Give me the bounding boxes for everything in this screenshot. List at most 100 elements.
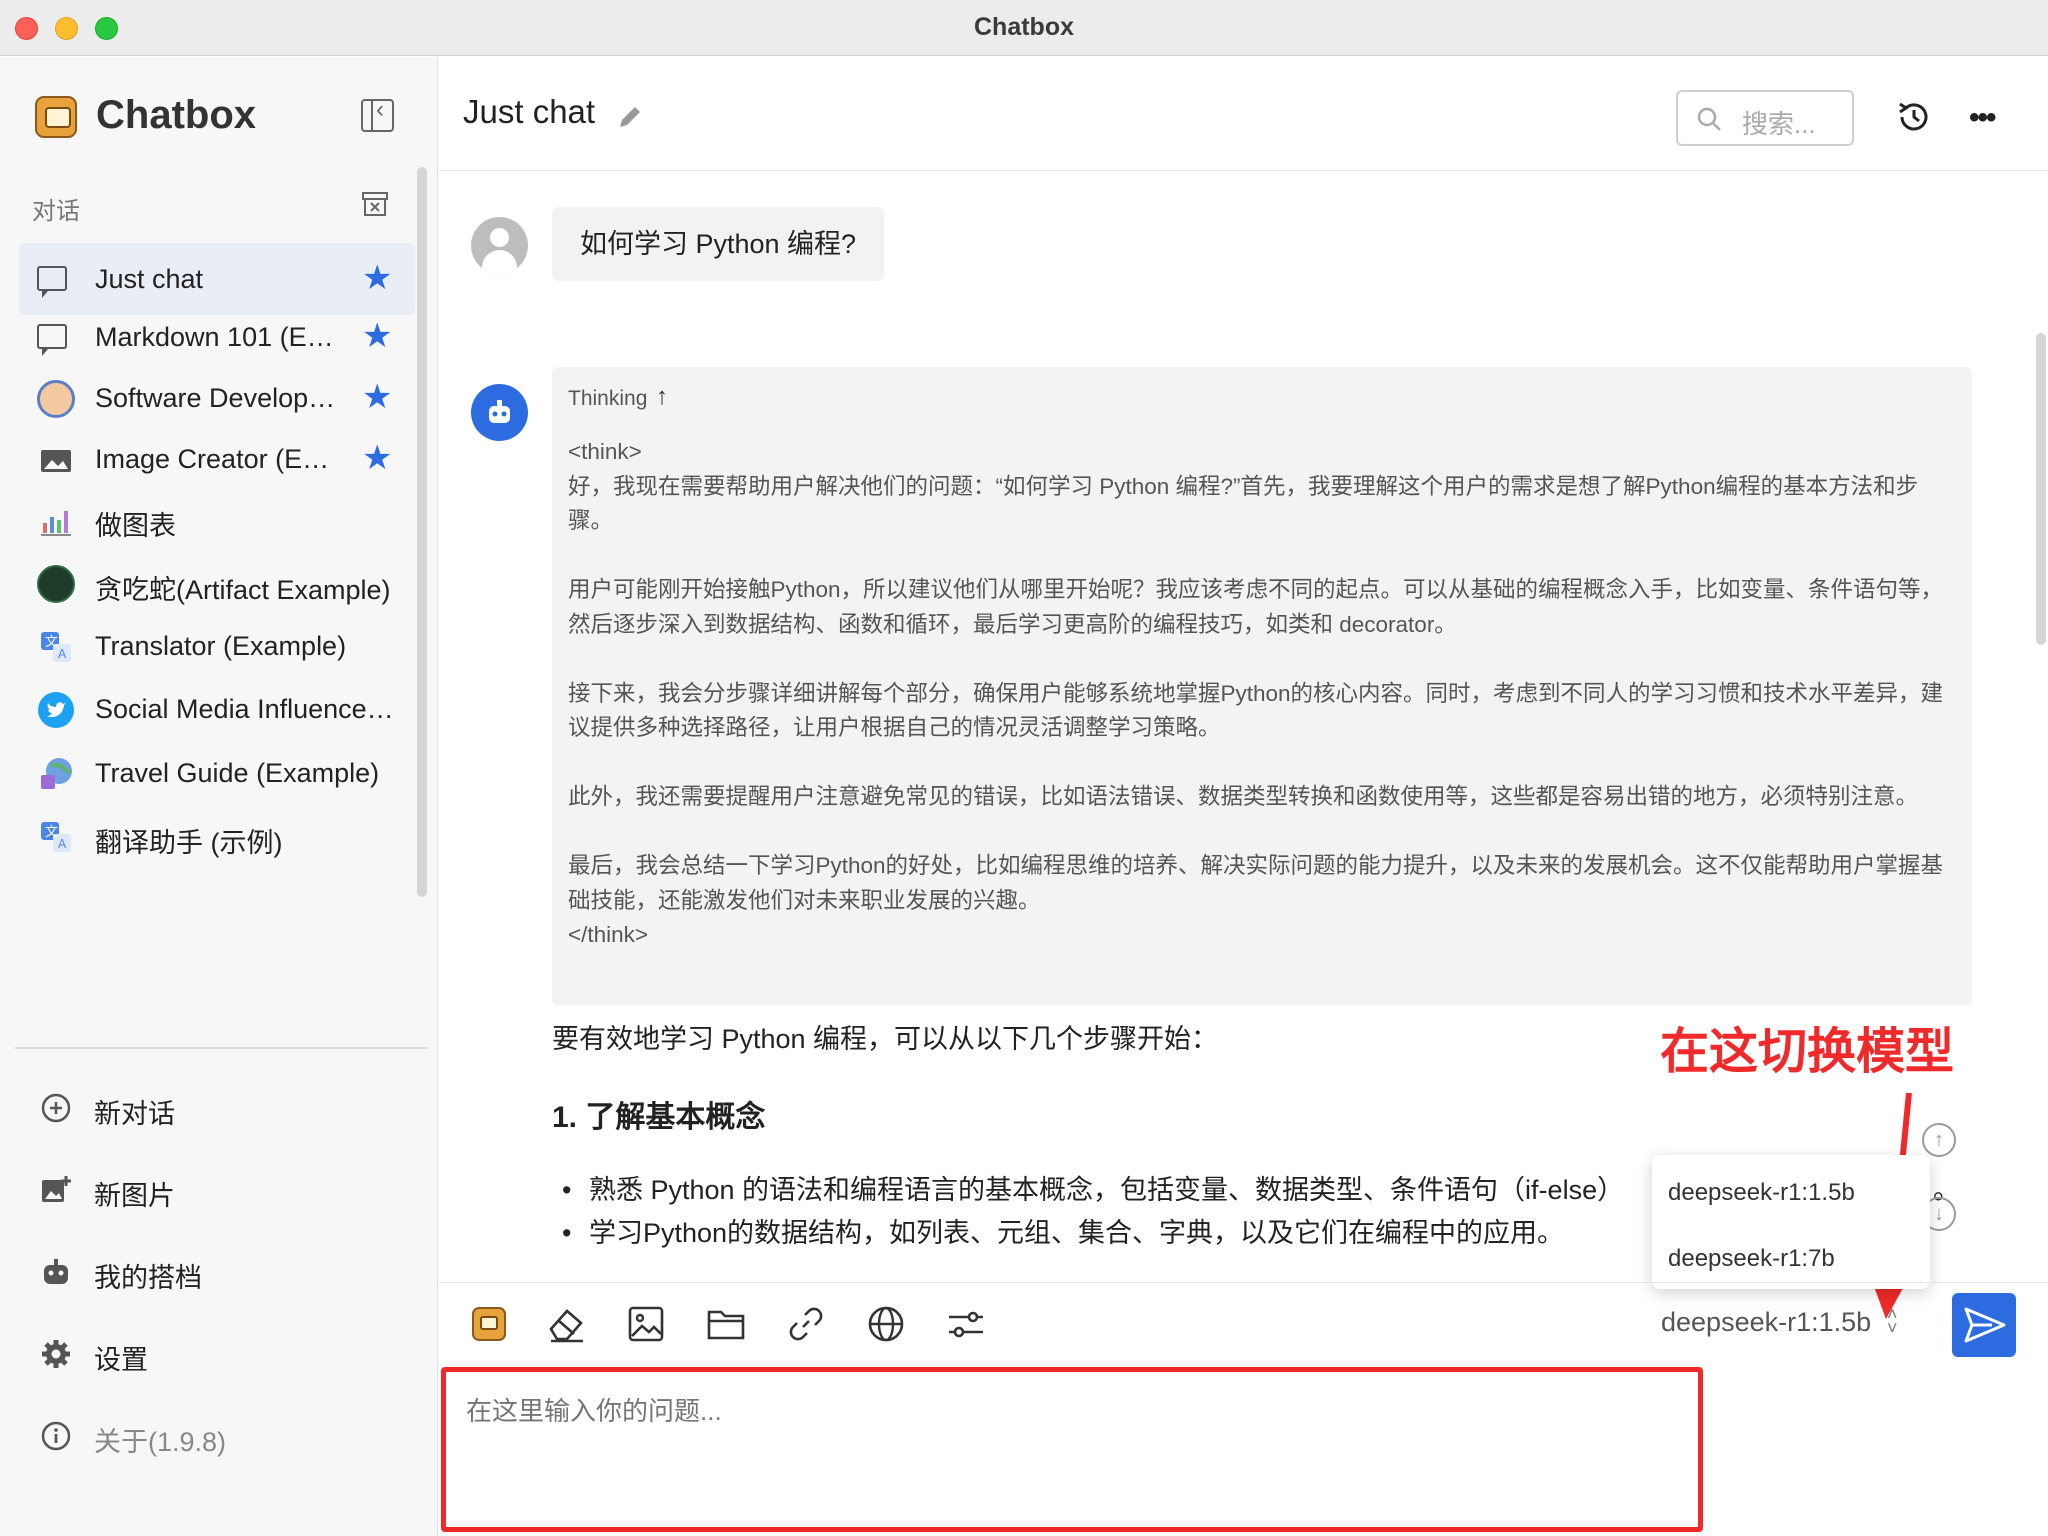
robot-icon (489, 400, 510, 423)
session-item-social-media[interactable]: Social Media Influence… (19, 673, 415, 745)
svg-text:文: 文 (45, 825, 58, 840)
settings-sliders-icon[interactable] (945, 1303, 987, 1345)
send-icon (1964, 1307, 2006, 1343)
new-image-button[interactable]: 新图片 (30, 1160, 410, 1220)
section-label-conversations: 对话 (32, 198, 80, 225)
twitter-icon (38, 692, 74, 728)
session-label: Markdown 101 (E… (95, 322, 334, 352)
thinking-block: Thinking ↑ <think> 好，我现在需要帮助用户解决他们的问题：“如… (552, 367, 1972, 1005)
model-option[interactable]: deepseek-r1:7b (1652, 1231, 1930, 1287)
menu-label: 关于(1.9.8) (94, 1427, 227, 1457)
brand-name: Chatbox (96, 93, 256, 137)
session-item-travel-guide[interactable]: Travel Guide (Example) (19, 737, 415, 809)
session-label: Software Develop… (95, 383, 336, 413)
star-icon[interactable]: ★ (362, 319, 392, 353)
chat-header: Just chat 搜索... ••• (439, 57, 2048, 171)
thinking-paragraph: <think> 好，我现在需要帮助用户解决他们的问题：“如何学习 Python … (568, 439, 1919, 533)
translate-icon: 文 A (41, 632, 71, 662)
scroll-to-top-button[interactable]: ↑ (1922, 1123, 1956, 1157)
answer-heading: 1. 了解基本概念 (552, 1101, 766, 1134)
session-label: Translator (Example) (95, 631, 347, 661)
star-icon[interactable]: ★ (362, 441, 392, 475)
star-icon[interactable]: ★ (362, 261, 392, 295)
session-label: Just chat (95, 264, 204, 294)
chat-bubble-icon (37, 261, 75, 299)
image-icon (41, 450, 71, 472)
window-titlebar: Chatbox (0, 0, 2048, 56)
search-icon (1697, 107, 1721, 131)
session-label: Image Creator (E… (95, 444, 330, 474)
chat-panel: Just chat 搜索... ••• 如何学习 Python 编程? Thin… (439, 57, 2048, 1536)
about-button[interactable]: 关于(1.9.8) (30, 1406, 410, 1466)
clear-conversations-icon[interactable] (361, 191, 389, 217)
session-item-translate-assistant[interactable]: 文 A 翻译助手 (示例) (19, 800, 415, 872)
assistant-avatar-icon[interactable] (469, 1303, 511, 1345)
model-option[interactable]: deepseek-r1:1.5b (1652, 1165, 1930, 1221)
developer-avatar-icon (37, 380, 75, 418)
thinking-paragraph: 接下来，我会分步骤详细讲解每个部分，确保用户能够系统地掌握Python的核心内容… (568, 680, 1944, 741)
edit-title-icon[interactable] (615, 102, 645, 132)
svg-text:A: A (58, 647, 67, 661)
my-partners-button[interactable]: 我的搭档 (30, 1242, 410, 1302)
toolbar-divider (439, 1282, 2048, 1283)
message-input-highlight (441, 1367, 1703, 1532)
sidebar-scrollbar[interactable] (417, 167, 427, 897)
collapse-thinking-icon[interactable]: ↑ (656, 383, 668, 411)
chat-scrollbar[interactable] (2036, 333, 2046, 645)
thinking-content: <think> 好，我现在需要帮助用户解决他们的问题：“如何学习 Python … (568, 435, 1963, 953)
web-search-globe-icon[interactable] (865, 1303, 907, 1345)
session-item-snake[interactable]: 贪吃蛇(Artifact Example) (19, 547, 415, 619)
robot-icon (44, 1259, 68, 1284)
model-dropdown-menu: deepseek-r1:1.5b deepseek-r1:7b (1652, 1155, 1930, 1289)
message-input[interactable] (466, 1396, 1666, 1427)
collapse-sidebar-icon[interactable] (361, 96, 394, 132)
session-label: Travel Guide (Example) (95, 758, 380, 788)
history-icon[interactable] (1895, 98, 1933, 136)
plus-circle-icon (41, 1093, 71, 1123)
snake-game-icon (37, 565, 75, 603)
menu-label: 新对话 (94, 1099, 175, 1129)
chat-title: Just chat (463, 93, 596, 130)
session-item-chart[interactable]: 做图表 (19, 483, 415, 555)
send-button[interactable] (1952, 1293, 2016, 1357)
session-label: 贪吃蛇(Artifact Example) (95, 575, 391, 605)
folder-icon[interactable] (705, 1303, 747, 1345)
chart-icon (41, 511, 71, 536)
search-input[interactable]: 搜索... (1676, 90, 1854, 146)
session-item-translator[interactable]: 文 A Translator (Example) (19, 610, 415, 682)
gear-icon (42, 1340, 70, 1368)
eraser-icon[interactable] (545, 1303, 587, 1345)
menu-label: 设置 (94, 1345, 148, 1375)
star-icon[interactable]: ★ (362, 380, 392, 414)
annotation-label: 在这切换模型 (1660, 1025, 1955, 1079)
input-area (439, 1357, 2048, 1536)
translate-icon: 文 A (41, 822, 71, 852)
image-upload-icon[interactable] (625, 1303, 667, 1345)
answer-intro: 要有效地学习 Python 编程，可以从以下几个步骤开始： (552, 1024, 1219, 1054)
thinking-label: Thinking (568, 387, 648, 410)
session-label: 翻译助手 (示例) (95, 828, 283, 858)
new-chat-button[interactable]: 新对话 (30, 1078, 410, 1138)
user-message: 如何学习 Python 编程? (552, 207, 885, 281)
model-selector[interactable]: deepseek-r1:1.5b (1661, 1307, 1871, 1338)
link-icon[interactable] (785, 1303, 827, 1345)
menu-label: 新图片 (94, 1181, 175, 1211)
user-avatar (471, 217, 528, 274)
add-image-icon (42, 1176, 71, 1202)
settings-button[interactable]: 设置 (30, 1324, 410, 1384)
globe-travel-icon (41, 758, 72, 789)
thinking-paragraph: 用户可能刚开始接触Python，所以建议他们从哪里开始呢？我应该考虑不同的起点。… (568, 577, 1944, 637)
chevron-up-down-icon[interactable]: ˄ ˅ (1887, 1305, 1898, 1337)
session-label: 做图表 (95, 511, 176, 541)
info-icon (41, 1421, 71, 1451)
chatbox-logo-icon (35, 96, 77, 138)
search-placeholder: 搜索... (1742, 109, 1816, 139)
sidebar-divider (15, 1047, 428, 1049)
session-label: Social Media Influence… (95, 694, 394, 724)
bot-avatar (471, 384, 528, 441)
sidebar: Chatbox 对话 Just chat ★ Markdown 101 (E… … (0, 57, 438, 1536)
more-options-icon[interactable]: ••• (1969, 101, 1996, 135)
svg-text:A: A (58, 837, 67, 851)
svg-text:文: 文 (45, 635, 58, 650)
menu-label: 我的搭档 (94, 1263, 202, 1293)
